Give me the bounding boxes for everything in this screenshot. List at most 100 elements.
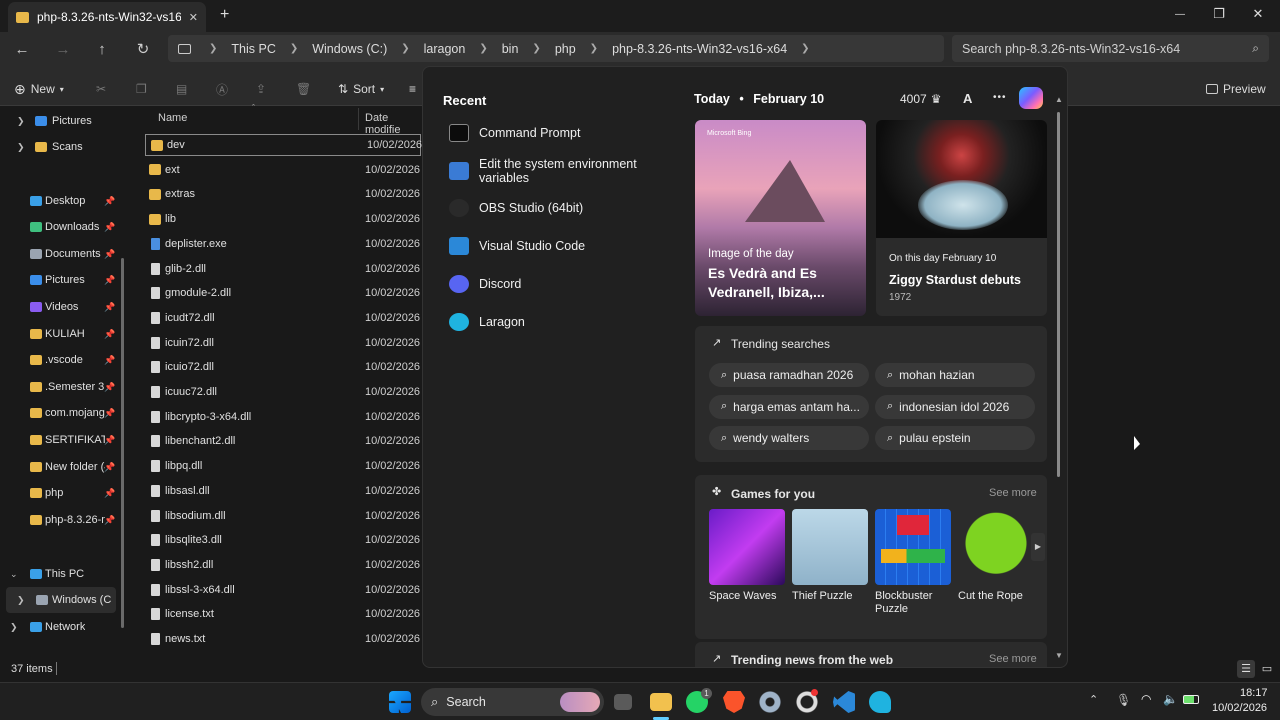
- brave-browser-icon[interactable]: [723, 691, 745, 713]
- details-view-icon[interactable]: ☰: [1237, 660, 1255, 678]
- task-view-icon[interactable]: [614, 694, 632, 710]
- trending-search-pill[interactable]: ⌕ mohan hazian: [875, 363, 1035, 387]
- game-space-waves[interactable]: Space Waves: [709, 509, 785, 603]
- maximize-button[interactable]: ❐: [1199, 0, 1239, 28]
- crumb-php-version[interactable]: php-8.3.26-nts-Win32-vs16-x64: [612, 42, 787, 56]
- sidebar-drive[interactable]: ❯ Windows (C:): [6, 587, 116, 613]
- file-row[interactable]: extras 10/02/2026 1: [144, 183, 429, 205]
- crumb-this-pc[interactable]: This PC: [231, 42, 275, 56]
- rewards-points[interactable]: 4007 ♛: [900, 92, 941, 106]
- file-row[interactable]: icuin72.dll 10/02/2026 1: [144, 332, 429, 354]
- recent-app-item[interactable]: OBS Studio (64bit): [449, 193, 689, 223]
- sidebar-item[interactable]: com.mojang 📌: [0, 400, 122, 426]
- forward-arrow-icon[interactable]: →: [49, 38, 77, 60]
- trending-search-pill[interactable]: ⌕ pulau epstein: [875, 426, 1035, 451]
- wifi-icon[interactable]: ◠: [1141, 692, 1151, 706]
- up-arrow-icon[interactable]: ↑: [88, 38, 116, 60]
- file-row[interactable]: libssh2.dll 10/02/2026 1: [144, 554, 429, 576]
- volume-icon[interactable]: 🔈: [1163, 692, 1178, 706]
- chevron-right-icon[interactable]: ❯: [17, 116, 25, 127]
- search-input[interactable]: Search php-8.3.26-nts-Win32-vs16-x64 ⌕: [952, 35, 1269, 62]
- back-arrow-icon[interactable]: ←: [8, 38, 36, 60]
- sidebar-item[interactable]: Downloads 📌: [0, 214, 122, 240]
- sidebar-item[interactable]: ❯ Scans: [0, 134, 122, 160]
- sidebar-item[interactable]: Videos 📌: [0, 294, 122, 320]
- game-blockbuster-puzzle[interactable]: Blockbuster Puzzle: [875, 509, 951, 616]
- flyout-scroll-up-icon[interactable]: ▲: [1055, 95, 1063, 104]
- battery-icon[interactable]: [1183, 695, 1199, 704]
- sidebar-item[interactable]: .Semester 3 📌: [0, 374, 122, 400]
- sidebar-scrollbar[interactable]: [121, 258, 124, 628]
- file-row[interactable]: libssl-3-x64.dll 10/02/2026 1: [144, 579, 429, 601]
- close-tab-button[interactable]: ✕: [189, 11, 198, 24]
- sidebar-item[interactable]: SERTIFIKAT 📌: [0, 427, 122, 453]
- laragon-icon[interactable]: [869, 691, 891, 713]
- trending-search-pill[interactable]: ⌕ harga emas antam ha...: [709, 394, 869, 419]
- file-row[interactable]: ext 10/02/2026 1: [144, 159, 429, 181]
- file-row[interactable]: libsqlite3.dll 10/02/2026 1: [144, 529, 429, 551]
- new-button[interactable]: ⊕ New ▾: [14, 80, 64, 98]
- file-row[interactable]: libpq.dll 10/02/2026 1: [144, 455, 429, 477]
- image-of-the-day-card[interactable]: Microsoft Bing Image of the day Es Vedrà…: [695, 120, 866, 316]
- file-row[interactable]: icuuc72.dll 10/02/2026 1: [144, 381, 429, 403]
- file-row[interactable]: icuio72.dll 10/02/2026 1: [144, 356, 429, 378]
- flyout-scroll-down-icon[interactable]: ▼: [1055, 651, 1063, 660]
- sidebar-network[interactable]: ❯ Network: [0, 614, 122, 640]
- trending-search-pill[interactable]: ⌕ puasa ramadhan 2026: [709, 363, 869, 387]
- recent-app-item[interactable]: Edit the system environment variables: [449, 156, 689, 186]
- crumb-php[interactable]: php: [555, 42, 576, 56]
- active-tab[interactable]: php-8.3.26-nts-Win32-vs16-x64 ✕: [8, 2, 206, 32]
- share-icon[interactable]: ⇪: [256, 80, 266, 98]
- chevron-icon[interactable]: ❯: [17, 595, 25, 606]
- sidebar-item[interactable]: Desktop 📌: [0, 188, 122, 214]
- file-row[interactable]: license.txt 10/02/2026 1: [144, 603, 429, 625]
- trending-search-pill[interactable]: ⌕ indonesian idol 2026: [875, 394, 1035, 419]
- sidebar-item[interactable]: ❯ Pictures: [0, 108, 122, 134]
- games-see-more[interactable]: See more: [989, 487, 1037, 499]
- sidebar-item[interactable]: New folder (4 📌: [0, 454, 122, 480]
- on-this-day-card[interactable]: On this day February 10 Ziggy Stardust d…: [876, 120, 1047, 316]
- sidebar-item[interactable]: Pictures 📌: [0, 267, 122, 293]
- chevron-icon[interactable]: ❯: [10, 622, 18, 633]
- sidebar-item[interactable]: KULIAH 📌: [0, 321, 122, 347]
- breadcrumb[interactable]: ❯ This PC ❯ Windows (C:) ❯ laragon ❯ bin…: [168, 35, 944, 62]
- tiles-view-icon[interactable]: ▭: [1258, 660, 1276, 678]
- column-date-modified[interactable]: Date modifie: [365, 112, 422, 136]
- clock-date[interactable]: 10/02/2026: [1212, 702, 1267, 714]
- recent-app-item[interactable]: Visual Studio Code: [449, 231, 689, 261]
- chevron-right-icon[interactable]: ❯: [17, 142, 25, 153]
- file-row[interactable]: deplister.exe 10/02/2026 1: [144, 233, 429, 255]
- close-window-button[interactable]: ✕: [1238, 0, 1278, 28]
- sidebar-item[interactable]: Documents 📌: [0, 241, 122, 267]
- sidebar-item[interactable]: .vscode 📌: [0, 347, 122, 373]
- refresh-icon[interactable]: ↻: [129, 38, 157, 60]
- recent-app-item[interactable]: Discord: [449, 269, 689, 299]
- recent-app-item[interactable]: Laragon: [449, 307, 689, 337]
- file-row[interactable]: libsodium.dll 10/02/2026 1: [144, 505, 429, 527]
- clock-time[interactable]: 18:17: [1240, 687, 1268, 699]
- game-cut-the-rope[interactable]: Cut the Rope: [958, 509, 1034, 603]
- profile-avatar[interactable]: A: [963, 91, 972, 106]
- file-row[interactable]: icudt72.dll 10/02/2026 1: [144, 307, 429, 329]
- new-tab-button[interactable]: +: [220, 6, 229, 24]
- sidebar-this-pc[interactable]: ⌄ This PC: [0, 561, 122, 587]
- chevron-icon[interactable]: ⌄: [10, 569, 18, 580]
- file-row[interactable]: gmodule-2.dll 10/02/2026 1: [144, 282, 429, 304]
- sidebar-item[interactable]: php-8.3.26-nts📌: [0, 507, 122, 533]
- rename-icon[interactable]: Ⓐ: [216, 80, 228, 98]
- crumb-drive[interactable]: Windows (C:): [312, 42, 387, 56]
- crumb-laragon[interactable]: laragon: [424, 42, 466, 56]
- file-row[interactable]: lib 10/02/2026 1: [144, 208, 429, 230]
- settings-gear-icon[interactable]: [759, 691, 781, 713]
- view-icon[interactable]: ≡: [409, 80, 416, 98]
- more-options-button[interactable]: •••: [993, 92, 1007, 103]
- file-row[interactable]: glib-2.dll 10/02/2026 1: [144, 258, 429, 280]
- column-name[interactable]: Name: [158, 112, 187, 124]
- flyout-scrollbar[interactable]: [1057, 112, 1060, 477]
- games-next-arrow-icon[interactable]: ▶: [1031, 533, 1045, 561]
- file-row[interactable]: libenchant2.dll 10/02/2026 1: [144, 430, 429, 452]
- game-thief-puzzle[interactable]: Thief Puzzle: [792, 509, 868, 603]
- sort-button[interactable]: ⇅ Sort ▾: [338, 80, 384, 98]
- file-row[interactable]: libcrypto-3-x64.dll 10/02/2026 1: [144, 406, 429, 428]
- news-see-more[interactable]: See more: [989, 653, 1037, 665]
